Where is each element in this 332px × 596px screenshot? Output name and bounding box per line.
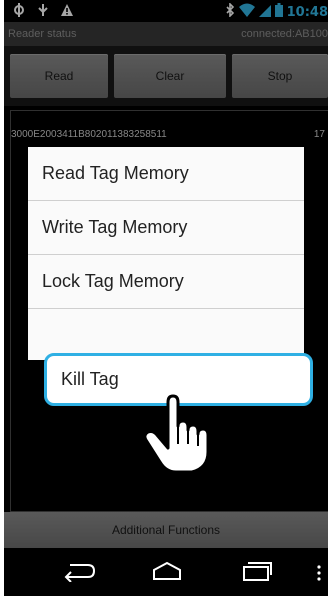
home-icon[interactable]	[152, 560, 182, 587]
menu-item-read-tag-memory[interactable]: Read Tag Memory	[28, 147, 304, 200]
menu-item-write-tag-memory[interactable]: Write Tag Memory	[28, 201, 304, 254]
phone-screen: 10:48 Reader status connected:AB100 Read…	[4, 0, 328, 596]
divider	[28, 308, 304, 309]
recents-icon[interactable]	[242, 560, 272, 587]
pointer-hand-icon	[142, 394, 212, 474]
context-menu: Read Tag Memory Write Tag Memory Lock Ta…	[28, 147, 304, 360]
back-icon[interactable]	[62, 560, 96, 587]
menu-item-lock-tag-memory[interactable]: Lock Tag Memory	[28, 255, 304, 308]
menu-icon[interactable]	[316, 564, 322, 587]
navigation-bar	[4, 552, 328, 596]
